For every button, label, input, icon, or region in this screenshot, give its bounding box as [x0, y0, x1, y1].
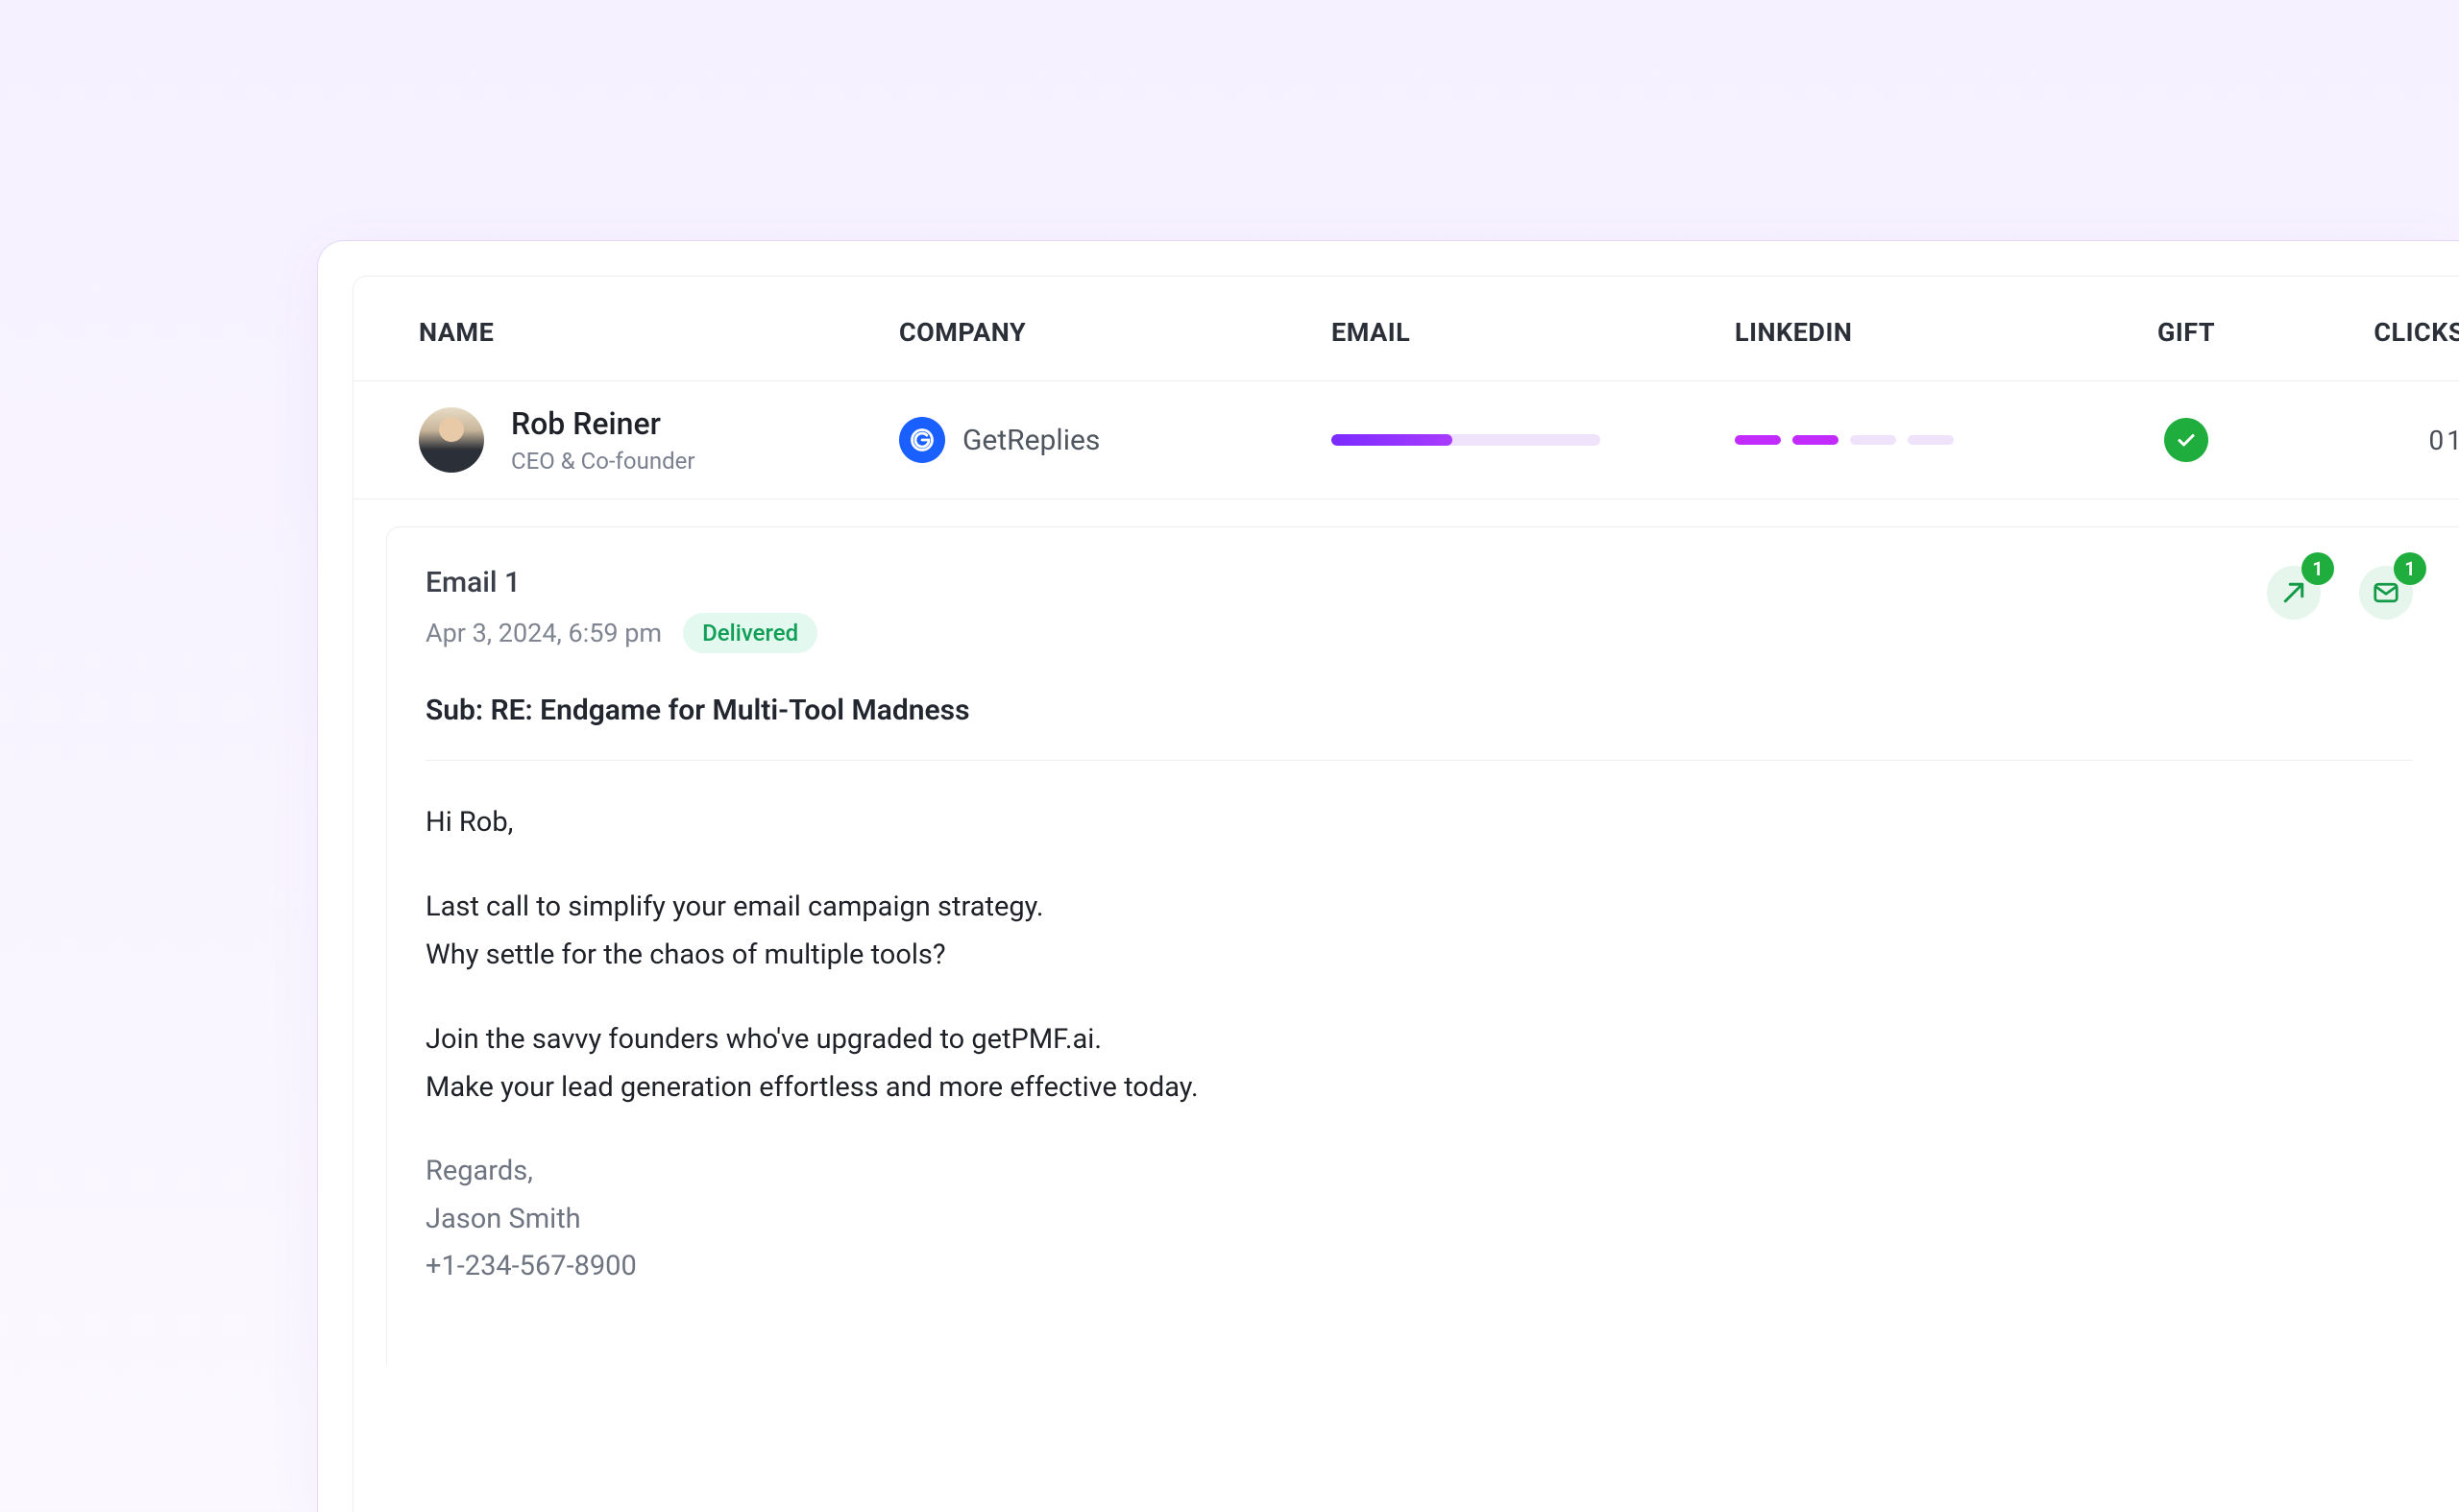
send-stat-badge: 1	[2301, 552, 2334, 585]
email-datetime: Apr 3, 2024, 6:59 pm	[426, 618, 662, 648]
contact-name: Rob Reiner	[511, 405, 694, 442]
company-cell: GetReplies	[899, 417, 1331, 463]
linkedin-step-2	[1792, 435, 1838, 445]
email-actions: 1 1	[2267, 566, 2413, 620]
clicks-value: 01	[2273, 425, 2459, 456]
table-row[interactable]: Rob Reiner CEO & Co-founder GetReplies	[353, 381, 2459, 500]
email-header-left: Email 1 Apr 3, 2024, 6:59 pm Delivered	[426, 566, 817, 653]
col-header-clicks: CLICKS	[2273, 317, 2459, 348]
contact-title: CEO & Co-founder	[511, 448, 694, 475]
name-cell: Rob Reiner CEO & Co-founder	[419, 405, 899, 475]
contacts-panel: NAME COMPANY EMAIL LINKEDIN GIFT CLICKS …	[353, 276, 2459, 1512]
sig-name: Jason Smith	[426, 1203, 581, 1235]
col-header-email: EMAIL	[1331, 317, 1735, 348]
email-subject: Sub: RE: Endgame for Multi-Tool Madness	[426, 694, 2413, 727]
send-stat-button[interactable]: 1	[2267, 566, 2321, 620]
divider	[426, 760, 2413, 761]
body-p1-line2: Why settle for the chaos of multiple too…	[426, 939, 946, 971]
sig-phone: +1-234-567-8900	[426, 1250, 637, 1282]
body-p2-line1: Join the savvy founders who've upgraded …	[426, 1023, 1102, 1056]
sig-signoff: Regards,	[426, 1155, 533, 1187]
subject-text: RE: Endgame for Multi-Tool Madness	[491, 694, 970, 727]
body-paragraph-2: Join the savvy founders who've upgraded …	[426, 1016, 2413, 1112]
email-progress-bar	[1331, 434, 1600, 446]
email-progress	[1331, 434, 1735, 446]
subject-prefix: Sub:	[426, 694, 491, 727]
email-body: Hi Rob, Last call to simplify your email…	[426, 799, 2413, 1290]
app-window-frame: NAME COMPANY EMAIL LINKEDIN GIFT CLICKS …	[317, 240, 2459, 1512]
open-stat-badge: 1	[2394, 552, 2426, 585]
linkedin-step-4	[1908, 435, 1954, 445]
email-meta: Apr 3, 2024, 6:59 pm Delivered	[426, 613, 817, 653]
linkedin-progress	[1735, 435, 2100, 445]
col-header-name: NAME	[419, 317, 899, 348]
linkedin-step-1	[1735, 435, 1781, 445]
check-circle-icon	[2164, 418, 2208, 462]
body-greeting: Hi Rob,	[426, 799, 2413, 847]
col-header-gift: GIFT	[2100, 317, 2273, 348]
body-p1-line1: Last call to simplify your email campaig…	[426, 890, 1043, 923]
table-header-row: NAME COMPANY EMAIL LINKEDIN GIFT CLICKS	[353, 277, 2459, 381]
body-paragraph-1: Last call to simplify your email campaig…	[426, 884, 2413, 980]
email-header: Email 1 Apr 3, 2024, 6:59 pm Delivered 1…	[426, 566, 2413, 653]
company-logo-icon	[899, 417, 945, 463]
gift-cell	[2100, 418, 2273, 462]
open-stat-button[interactable]: 1	[2359, 566, 2413, 620]
company-name: GetReplies	[962, 424, 1100, 457]
email-progress-fill	[1331, 434, 1452, 446]
email-label: Email 1	[426, 566, 817, 599]
linkedin-step-3	[1850, 435, 1896, 445]
col-header-linkedin: LINKEDIN	[1735, 317, 2100, 348]
body-signature: Regards, Jason Smith +1-234-567-8900	[426, 1148, 2413, 1290]
body-p2-line2: Make your lead generation effortless and…	[426, 1071, 1199, 1104]
avatar	[419, 407, 484, 473]
email-detail-card: Email 1 Apr 3, 2024, 6:59 pm Delivered 1…	[386, 526, 2459, 1365]
col-header-company: COMPANY	[899, 317, 1331, 348]
status-badge: Delivered	[683, 613, 817, 653]
contact-info: Rob Reiner CEO & Co-founder	[511, 405, 694, 475]
